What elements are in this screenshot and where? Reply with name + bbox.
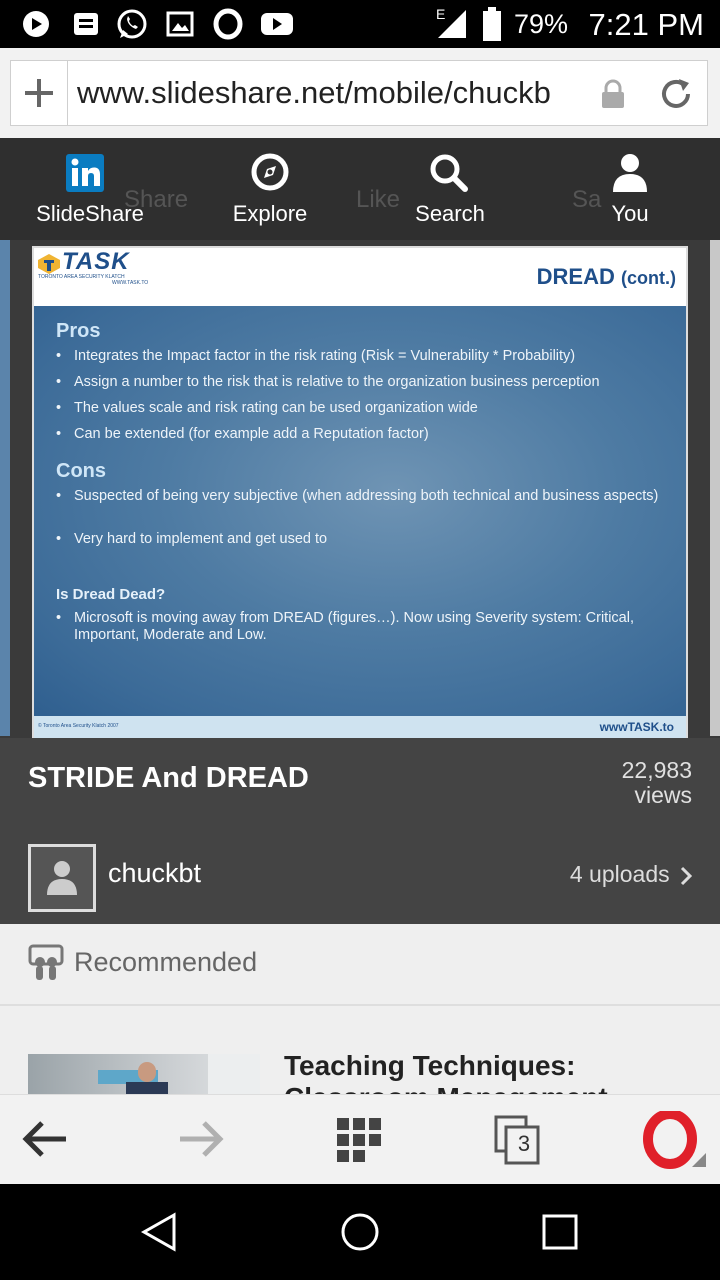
slide-logo-text: TASK [62,248,130,275]
views-number: 22,983 [621,757,692,783]
recommended-label: Recommended [74,947,258,977]
recommended-list: Teaching Techniques: Classroom Managemen… [0,1006,720,1094]
slide-pros-item: Integrates the Impact factor in the risk… [56,348,674,365]
slide-footer: © Toronto Area Security Klatch 2007 wwwT… [34,716,686,738]
plus-icon [25,79,53,107]
slide-pros-heading: Pros [56,320,101,342]
document-title: STRIDE And DREAD [28,762,309,794]
message-icon [74,13,98,35]
new-tab-button[interactable] [11,61,68,125]
forward-arrow-icon[interactable] [176,1119,226,1159]
thumbnail-person-body [126,1082,168,1094]
uploads-link[interactable]: 4 uploads [569,861,693,888]
battery-percent: 79% [514,9,569,39]
url-text[interactable]: www.slideshare.net/mobile/chuckb [77,75,597,111]
reload-icon[interactable] [657,75,695,113]
nav-explore[interactable]: Explore [180,138,360,240]
opera-status-icon [213,8,243,40]
slideshare-nav: Share Like Sa SlideShare Explore Search … [0,138,720,240]
slide-pros-item: Assign a number to the risk that is rela… [56,374,674,391]
slide-cons-heading: Cons [56,460,106,482]
author-name[interactable]: chuckbt [108,858,201,889]
speed-dial-icon[interactable] [336,1117,382,1163]
android-back-icon[interactable] [140,1212,180,1252]
chevron-right-icon [680,866,693,885]
slide-cons-item: Very hard to implement and get used to [56,531,674,548]
recommended-title[interactable]: Teaching Techniques: Classroom Managemen… [284,1050,704,1094]
slide-footer-copyright: © Toronto Area Security Klatch 2007 [38,723,119,729]
nav-search[interactable]: Search [360,138,540,240]
slide-title-suffix: (cont.) [621,268,676,288]
address-field[interactable]: www.slideshare.net/mobile/chuckb [10,60,708,126]
views-count: 22,983 views [622,758,692,808]
slide-cons-item: Suspected of being very subjective (when… [56,488,674,505]
battery-icon [483,7,501,41]
compass-icon [251,153,289,191]
nav-explore-label: Explore [232,201,308,226]
browser-toolbar: 3 [0,1094,720,1185]
tabs-button[interactable]: 3 [494,1115,540,1165]
clock: 7:21 PM [588,7,704,42]
slide-viewer[interactable]: TASK TORONTO AREA SECURITY KLATCH WWW.TA… [0,240,720,740]
nav-slideshare[interactable]: SlideShare [0,138,180,240]
youtube-icon [261,13,293,35]
prev-slide-edge[interactable] [0,240,10,736]
linkedin-icon [66,154,104,192]
slide-pros-item: The values scale and risk rating can be … [56,400,674,417]
slide-title-main: DREAD [536,264,615,289]
android-nav-bar [0,1184,720,1280]
nav-you-label: You [611,201,649,226]
slide-body: Pros Integrates the Impact factor in the… [34,306,686,716]
gallery-icon [166,11,194,37]
slide-dead-item: Microsoft is moving away from DREAD (fig… [56,610,674,644]
nav-you[interactable]: You [540,138,720,240]
opera-menu-icon[interactable] [642,1111,708,1169]
lock-icon [602,79,624,108]
android-home-icon[interactable] [340,1212,380,1252]
task-logo-icon [38,254,60,274]
slide-dead-heading: Is Dread Dead? [56,586,166,603]
document-info: STRIDE And DREAD 22,983 views chuckbt 4 … [0,738,720,924]
slide-logo-url: WWW.TASK.TO [112,280,149,286]
slide-header: TASK TORONTO AREA SECURITY KLATCH WWW.TA… [34,248,686,304]
slide-pros-item: Can be extended (for example add a Reput… [56,426,674,443]
whatsapp-icon [117,9,147,39]
search-icon [430,154,468,192]
play-store-icon [23,11,49,37]
user-icon [613,154,647,192]
recommended-header: Recommended [0,924,720,1006]
tab-count: 3 [517,1131,531,1156]
next-slide-edge[interactable] [710,240,720,736]
views-label: views [634,782,692,808]
author-avatar[interactable] [28,844,96,912]
slide: TASK TORONTO AREA SECURITY KLATCH WWW.TA… [32,246,688,738]
browser-url-bar: www.slideshare.net/mobile/chuckb [0,48,720,138]
uploads-label: 4 uploads [569,861,670,887]
android-recents-icon[interactable] [542,1214,578,1250]
nav-search-label: Search [415,201,485,226]
nav-slideshare-label: SlideShare [36,201,144,226]
avatar-placeholder-icon [47,861,77,895]
slideshare-icon [28,944,64,980]
status-bar: E 79% 7:21 PM [0,0,720,48]
back-arrow-icon[interactable] [20,1119,70,1159]
slide-title: DREAD (cont.) [537,264,676,290]
slide-footer-url: wwwTASK.to [599,720,674,734]
recommended-thumbnail[interactable] [28,1054,260,1094]
thumbnail-whiteboard [208,1054,260,1094]
signal-icon [438,10,466,38]
thumbnail-person-head [138,1062,156,1082]
